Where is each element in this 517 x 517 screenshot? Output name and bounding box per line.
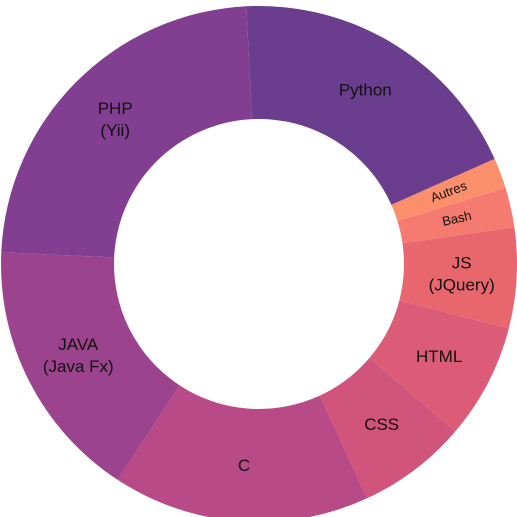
slice-label-html: HTML [416, 347, 462, 366]
slice-python [246, 6, 495, 205]
slice-label-c: C [238, 456, 250, 475]
slice-label-python: Python [339, 81, 392, 100]
slice-label-css: CSS [364, 415, 399, 434]
donut-chart: PythonAutresBashJS (JQuery)HTMLCSSCJAVA (J… [1, 6, 517, 517]
